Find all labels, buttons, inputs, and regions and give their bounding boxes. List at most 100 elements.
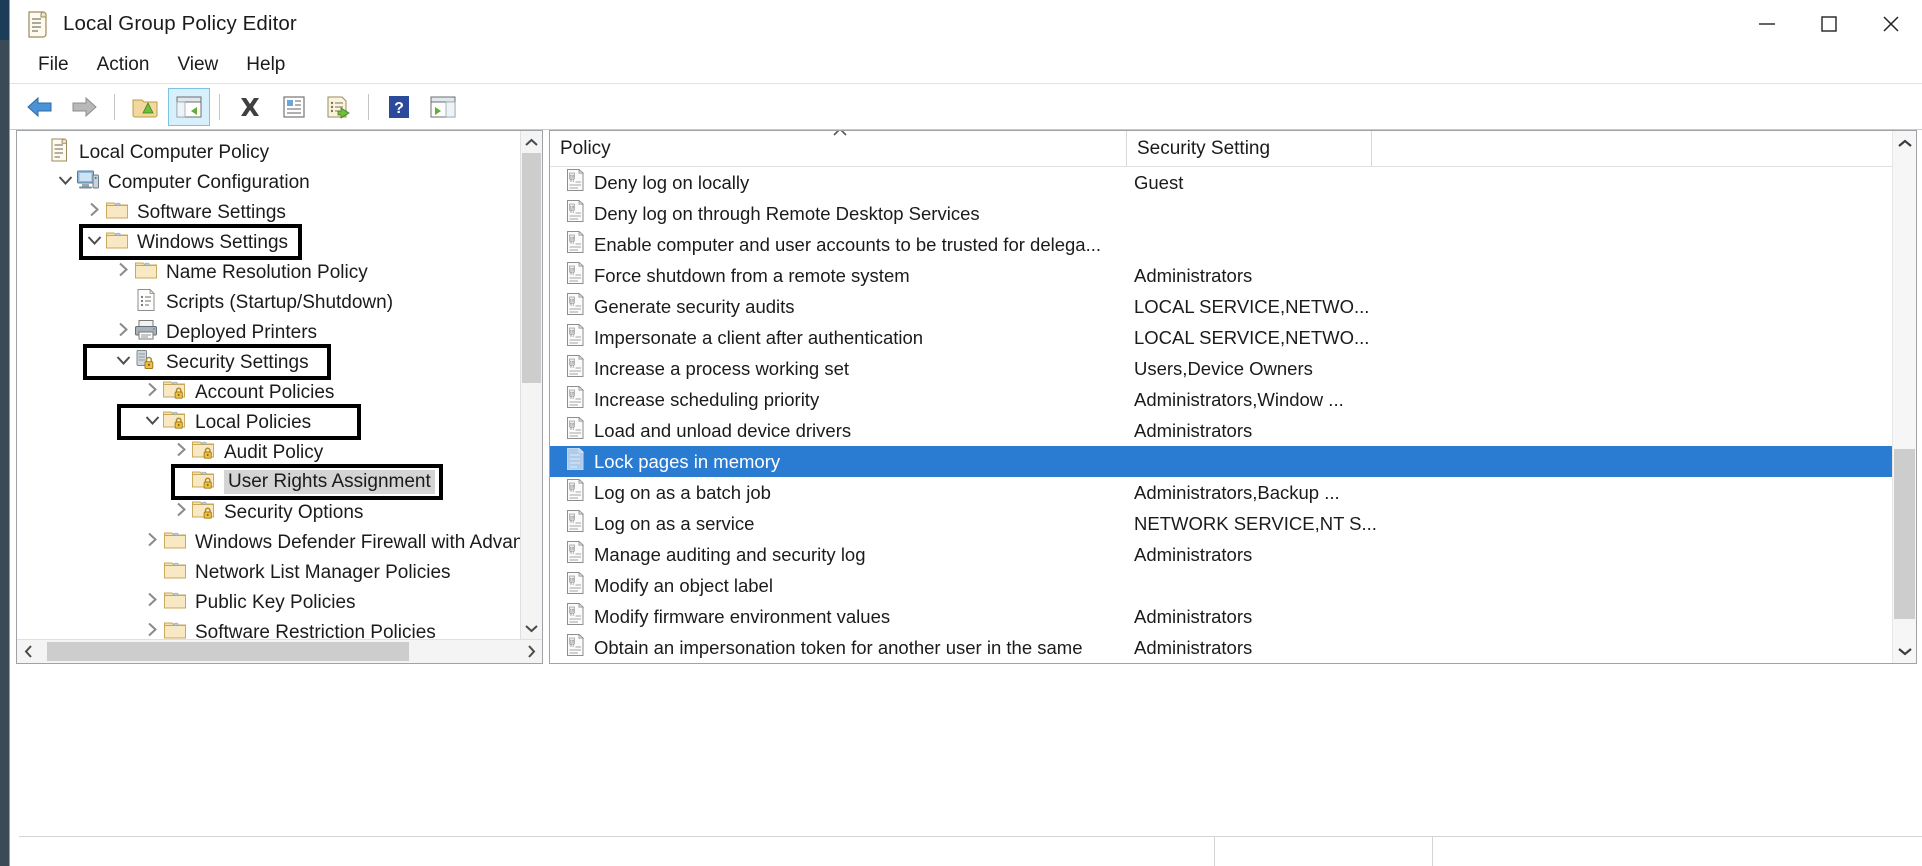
chevron-right-icon[interactable]	[176, 442, 187, 462]
list-scrollbar-thumb[interactable]	[1894, 449, 1915, 619]
table-row[interactable]: 10 01 Modify firmware environment values…	[550, 601, 1916, 632]
list-scroll-down-icon[interactable]	[1893, 639, 1916, 663]
tree-scrollbar-thumb[interactable]	[522, 153, 541, 383]
tree-twisty[interactable]	[141, 527, 163, 557]
tree-twisty[interactable]	[54, 167, 76, 197]
table-row[interactable]: 10 01 Enable computer and user accounts …	[550, 229, 1916, 260]
tree-item-software-restriction-policies[interactable]: Software Restriction Policies	[17, 617, 542, 639]
policy-document-icon: 10 01	[562, 511, 588, 537]
minimize-button[interactable]	[1736, 0, 1798, 48]
tree-item-security-options[interactable]: Security Options	[17, 497, 542, 527]
chevron-right-icon[interactable]	[147, 622, 158, 639]
tree-twisty[interactable]	[141, 407, 163, 437]
tree-item-scripts-startup-shutdown[interactable]: Scripts (Startup/Shutdown)	[17, 287, 542, 317]
tree-item-software-settings[interactable]: Software Settings	[17, 197, 542, 227]
tree-twisty[interactable]	[141, 587, 163, 617]
tree-twisty[interactable]	[170, 437, 192, 467]
export-list-button[interactable]	[317, 88, 359, 126]
tree-item-windows-settings[interactable]: Windows Settings	[17, 227, 542, 257]
forward-button[interactable]	[63, 88, 105, 126]
svg-text:01: 01	[570, 271, 575, 276]
chevron-right-icon[interactable]	[147, 532, 158, 552]
tree-twisty[interactable]	[141, 377, 163, 407]
tree-twisty[interactable]	[141, 617, 163, 639]
menu-action[interactable]: Action	[83, 52, 164, 80]
policy-name-cell: Modify firmware environment values	[594, 606, 1134, 628]
chevron-right-icon[interactable]	[147, 592, 158, 612]
tree-scroll-right-icon[interactable]	[520, 640, 542, 663]
table-row[interactable]: 10 01 Log on as a batch jobAdministrator…	[550, 477, 1916, 508]
tree-vertical-scrollbar[interactable]	[520, 131, 542, 639]
tree-scroll-down-icon[interactable]	[521, 617, 542, 639]
table-row[interactable]: 10 01 Log on as a serviceNETWORK SERVICE…	[550, 508, 1916, 539]
table-row[interactable]: 10 01 Obtain an impersonation token for …	[550, 632, 1916, 663]
chevron-down-icon[interactable]	[145, 413, 160, 431]
chevron-down-icon[interactable]	[58, 173, 73, 191]
table-row[interactable]: 10 01 Force shutdown from a remote syste…	[550, 260, 1916, 291]
menu-help[interactable]: Help	[232, 52, 299, 80]
tree-item-audit-policy[interactable]: Audit Policy	[17, 437, 542, 467]
chevron-right-icon[interactable]	[147, 382, 158, 402]
tree-twisty[interactable]	[112, 317, 134, 347]
tree-item-security-settings[interactable]: Security Settings	[17, 347, 542, 377]
chevron-down-icon[interactable]	[116, 353, 131, 371]
tree-item-local-computer-policy[interactable]: Local Computer Policy	[17, 137, 542, 167]
tree-twisty[interactable]	[112, 347, 134, 377]
table-row[interactable]: 10 01 Manage auditing and security logAd…	[550, 539, 1916, 570]
chevron-right-icon[interactable]	[89, 202, 100, 222]
show-hide-console-tree-button[interactable]	[168, 88, 210, 126]
tree-twisty[interactable]	[112, 257, 134, 287]
help-button[interactable]: ?	[378, 88, 420, 126]
column-header-policy[interactable]: Policy	[550, 131, 1126, 166]
table-row[interactable]: 10 01 Deny log on through Remote Desktop…	[550, 198, 1916, 229]
list-scroll-up-icon[interactable]	[1893, 131, 1916, 155]
menu-view[interactable]: View	[163, 52, 232, 80]
up-one-level-button[interactable]	[124, 88, 166, 126]
svg-text:01: 01	[570, 364, 575, 369]
tree-item-account-policies[interactable]: Account Policies	[17, 377, 542, 407]
tree-scroll-left-icon[interactable]	[17, 640, 39, 663]
tree-item-network-list-manager-policies[interactable]: Network List Manager Policies	[17, 557, 542, 587]
chevron-right-icon[interactable]	[118, 262, 129, 282]
chevron-right-icon[interactable]	[176, 502, 187, 522]
menu-file[interactable]: File	[24, 52, 83, 80]
table-row[interactable]: 10 01 Increase a process working setUser…	[550, 353, 1916, 384]
table-row[interactable]: Lock pages in memory	[550, 446, 1916, 477]
tree-horizontal-scrollbar[interactable]	[17, 639, 542, 663]
properties-button[interactable]	[273, 88, 315, 126]
tree-twisty[interactable]	[83, 227, 105, 257]
tree-twisty[interactable]	[83, 197, 105, 227]
list-vertical-scrollbar[interactable]	[1892, 131, 1916, 663]
maximize-button[interactable]	[1798, 0, 1860, 48]
table-row[interactable]: 10 01 Impersonate a client after authent…	[550, 322, 1916, 353]
column-header-security-setting[interactable]: Security Setting	[1126, 131, 1372, 166]
list-column-headers: Policy Security Setting	[550, 131, 1916, 167]
tree-twisty[interactable]	[170, 497, 192, 527]
tree-item-deployed-printers[interactable]: Deployed Printers	[17, 317, 542, 347]
tree-hscrollbar-thumb[interactable]	[47, 642, 409, 661]
policy-item-icon-selected	[564, 447, 586, 476]
back-button[interactable]	[19, 88, 61, 126]
table-row[interactable]: 10 01 Modify an object label	[550, 570, 1916, 601]
table-row[interactable]: 10 01 Load and unload device driversAdmi…	[550, 415, 1916, 446]
tree-item-computer-configuration[interactable]: Computer Configuration	[17, 167, 542, 197]
table-row[interactable]: 10 01 Generate security auditsLOCAL SERV…	[550, 291, 1916, 322]
close-button[interactable]	[1860, 0, 1922, 48]
folder-icon	[105, 230, 129, 255]
delete-button[interactable]	[229, 88, 271, 126]
tree-item-label: Account Policies	[195, 383, 334, 402]
chevron-down-icon[interactable]	[87, 233, 102, 251]
tree-item-public-key-policies[interactable]: Public Key Policies	[17, 587, 542, 617]
tree-scroll-up-icon[interactable]	[521, 131, 542, 153]
policy-document-icon: 10 01	[562, 604, 588, 630]
tree-item-windows-defender-firewall-with-advan[interactable]: Windows Defender Firewall with Advan	[17, 527, 542, 557]
table-row[interactable]: 10 01 Increase scheduling priorityAdmini…	[550, 384, 1916, 415]
table-row[interactable]: 10 01 Deny log on locallyGuest	[550, 167, 1916, 198]
tree-item-user-rights-assignment[interactable]: User Rights Assignment	[17, 467, 542, 497]
svg-text:01: 01	[570, 395, 575, 400]
tree-item-name-resolution-policy[interactable]: Name Resolution Policy	[17, 257, 542, 287]
chevron-right-icon[interactable]	[118, 322, 129, 342]
tree-item-local-policies[interactable]: Local Policies	[17, 407, 542, 437]
folder-lock-icon	[192, 470, 216, 494]
filter-pane-button[interactable]	[422, 88, 464, 126]
